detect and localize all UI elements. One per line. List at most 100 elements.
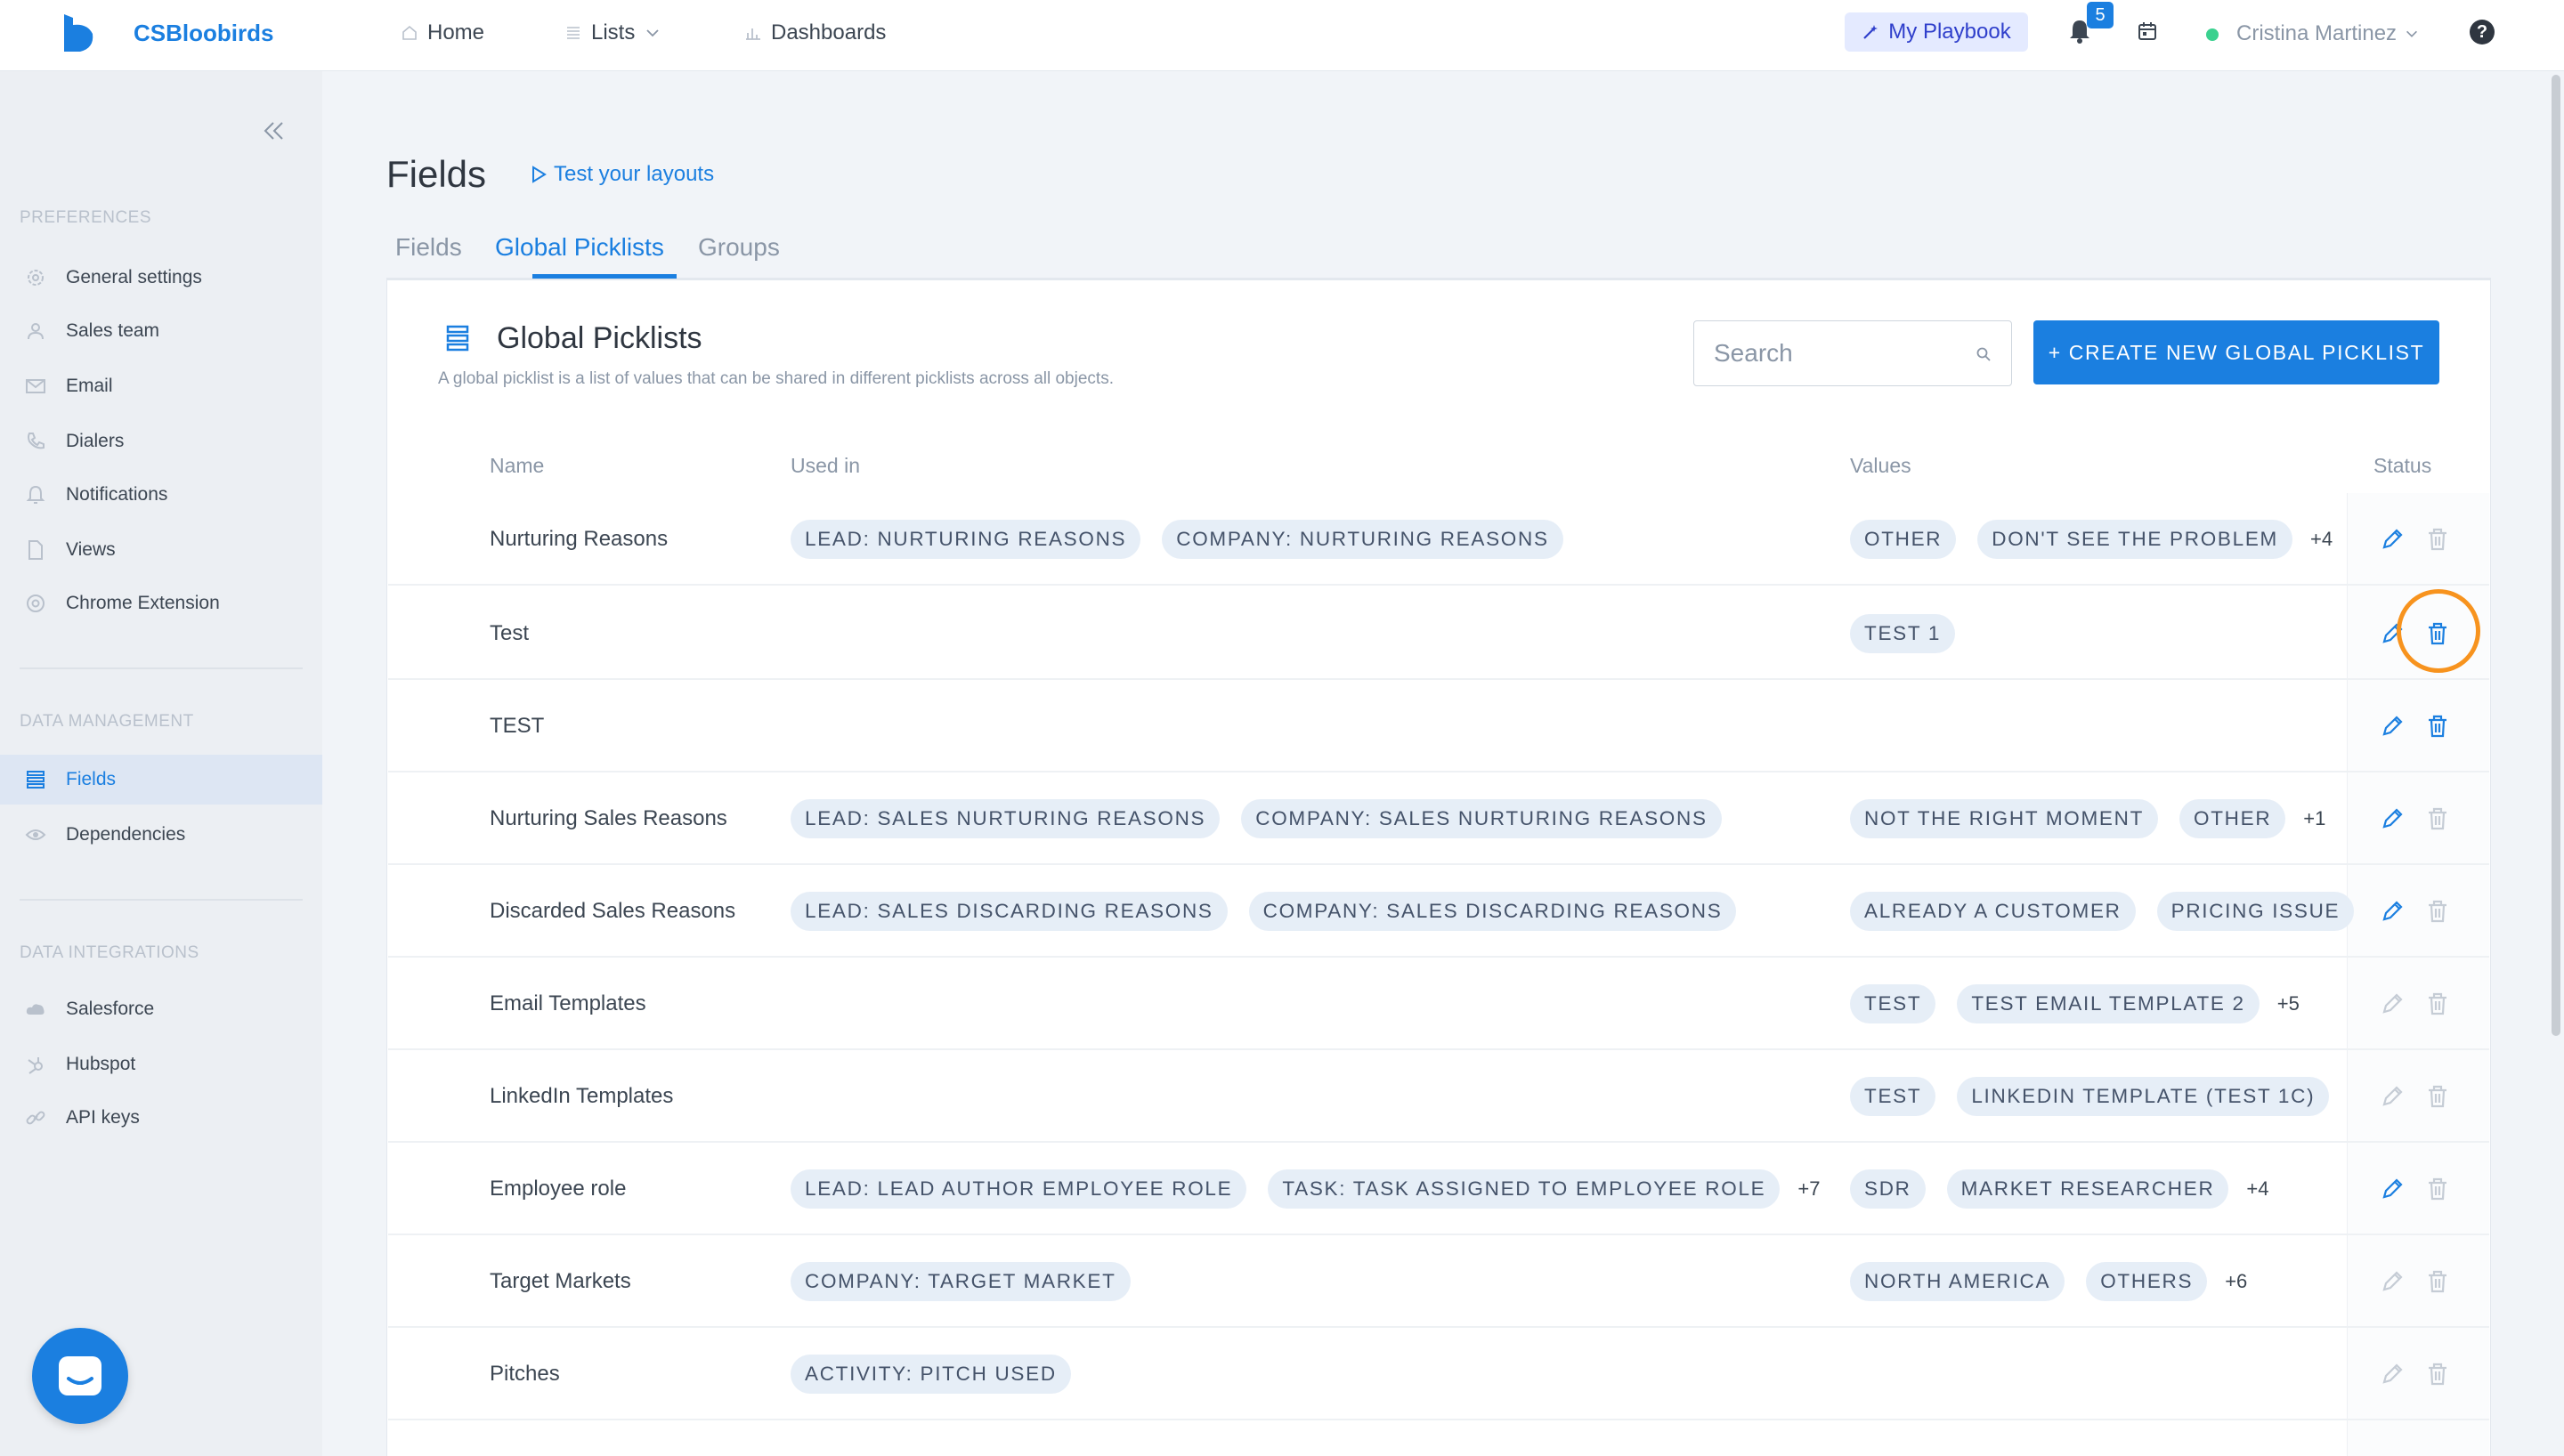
edit-icon[interactable] — [2379, 526, 2406, 553]
tab-global-picklists[interactable]: Global Picklists — [495, 231, 664, 263]
edit-icon[interactable] — [2379, 1361, 2406, 1387]
edit-icon[interactable] — [2379, 991, 2406, 1017]
picklist-name[interactable]: Target Markets — [490, 1235, 631, 1328]
nav-dashboards[interactable]: Dashboards — [744, 18, 886, 48]
table-row[interactable]: Nurturing Reasons LEAD: NURTURING REASONS… — [388, 493, 2489, 586]
used-in-tag: LEAD: SALES NURTURING REASONS — [791, 799, 1221, 838]
notifications-count-badge: 5 — [2087, 2, 2114, 28]
trash-icon[interactable] — [2425, 1083, 2450, 1110]
value-tag: LINKEDIN TEMPLATE (TEST 1C) — [1957, 1077, 2330, 1116]
edit-icon[interactable] — [2379, 1176, 2406, 1202]
trash-icon[interactable] — [2425, 1361, 2450, 1387]
calendar-icon[interactable] — [2137, 20, 2158, 42]
values-more-count: +5 — [2276, 992, 2300, 1015]
sidebar-item-label: Hubspot — [66, 1054, 136, 1074]
sidebar-item-hubspot[interactable]: Hubspot — [0, 1039, 322, 1089]
sidebar-item-fields[interactable]: Fields — [0, 755, 322, 805]
table-row[interactable]: Pitches ACTIVITY: PITCH USED — [388, 1328, 2489, 1420]
tab-groups[interactable]: Groups — [698, 231, 780, 263]
sidebar-item-email[interactable]: Email — [0, 361, 322, 411]
value-tag: ALREADY A CUSTOMER — [1850, 892, 2136, 931]
nav-lists[interactable]: Lists — [564, 18, 670, 48]
value-tag: MARKET RESEARCHER — [1946, 1169, 2229, 1209]
row-divider — [388, 584, 2489, 586]
trash-icon[interactable] — [2425, 1176, 2450, 1202]
sidebar-item-views[interactable]: Views — [0, 525, 322, 575]
sidebar-item-general-settings[interactable]: General settings — [0, 253, 322, 303]
table-row[interactable]: Email Templates TEST TEST EMAIL TEMPLATE 2… — [388, 958, 2489, 1050]
picklist-name[interactable]: Employee role — [490, 1143, 626, 1235]
page-title: Fields — [386, 153, 487, 195]
table-row[interactable]: Employee role LEAD: LEAD AUTHOR EMPLOYEE … — [388, 1143, 2489, 1235]
sidebar-section-data-management: DATA MANAGEMENT — [20, 712, 194, 731]
trash-icon[interactable] — [2425, 805, 2450, 832]
used-in-tag: LEAD: LEAD AUTHOR EMPLOYEE ROLE — [791, 1169, 1247, 1209]
trash-icon[interactable] — [2425, 713, 2450, 740]
sidebar-item-label: Views — [66, 539, 116, 560]
sidebar-item-salesforce[interactable]: Salesforce — [0, 984, 322, 1034]
chrome-icon — [27, 595, 45, 612]
picklist-name[interactable]: TEST — [490, 680, 544, 772]
home-icon — [402, 25, 417, 40]
table-row[interactable]: TEST — [388, 680, 2489, 772]
column-header-name: Name — [490, 454, 545, 477]
online-status-dot — [2206, 28, 2219, 41]
sidebar-item-notifications[interactable]: Notifications — [0, 470, 322, 520]
chat-launcher-button[interactable] — [32, 1328, 128, 1424]
sidebar-divider — [20, 667, 303, 669]
sidebar-item-api-keys[interactable]: API keys — [0, 1093, 322, 1143]
collapse-sidebar-icon[interactable] — [260, 117, 287, 144]
search-icon[interactable] — [1976, 346, 1992, 362]
edit-icon[interactable] — [2379, 1083, 2406, 1110]
create-global-picklist-button[interactable]: + CREATE NEW GLOBAL PICKLIST — [2033, 320, 2439, 384]
used-in-tags: LEAD: NURTURING REASONS COMPANY: NURTURIN… — [791, 493, 1585, 586]
sidebar-item-chrome-extension[interactable]: Chrome Extension — [0, 578, 322, 628]
value-tags: NOT THE RIGHT MOMENT OTHER +1 — [1850, 772, 2336, 865]
table-row[interactable]: LinkedIn Templates TEST LINKEDIN TEMPLATE … — [388, 1050, 2489, 1143]
page-scrollbar[interactable] — [2552, 75, 2560, 1036]
help-icon[interactable]: ? — [2470, 20, 2495, 44]
nav-home-label: Home — [427, 20, 485, 44]
value-tag: OTHER — [2179, 799, 2286, 838]
trash-icon[interactable] — [2425, 898, 2450, 925]
table-row[interactable]: Test TEST 1 — [388, 587, 2489, 680]
mail-icon — [26, 379, 45, 393]
trash-icon[interactable] — [2425, 526, 2450, 553]
table-row[interactable]: Target Markets COMPANY: TARGET MARKET NORT… — [388, 1235, 2489, 1328]
picklist-name[interactable]: LinkedIn Templates — [490, 1050, 673, 1143]
edit-icon[interactable] — [2379, 1268, 2406, 1295]
sidebar-item-label: Salesforce — [66, 999, 155, 1019]
value-tag: NORTH AMERICA — [1850, 1262, 2065, 1301]
bloobirds-logo-icon[interactable] — [61, 12, 96, 53]
edit-icon[interactable] — [2379, 713, 2406, 740]
trash-icon[interactable] — [2425, 991, 2450, 1017]
nav-home[interactable]: Home — [401, 18, 484, 48]
edit-icon[interactable] — [2379, 898, 2406, 925]
edit-icon[interactable] — [2379, 805, 2406, 832]
table-row[interactable]: Nurturing Sales Reasons LEAD: SALES NURTU… — [388, 772, 2489, 865]
picklist-name[interactable]: Nurturing Sales Reasons — [490, 772, 727, 865]
sidebar-item-label: Notifications — [66, 484, 168, 505]
tab-fields[interactable]: Fields — [395, 231, 462, 263]
picklist-name[interactable]: Discarded Sales Reasons — [490, 865, 735, 958]
user-menu[interactable]: Cristina Martinez — [2236, 20, 2420, 48]
brand-name[interactable]: CSBloobirds — [134, 18, 273, 48]
column-header-used-in: Used in — [791, 454, 860, 477]
sidebar-item-sales-team[interactable]: Sales team — [0, 306, 322, 356]
picklist-name[interactable]: Test — [490, 587, 529, 680]
my-playbook-button[interactable]: My Playbook — [1845, 12, 2028, 52]
sidebar-item-dialers[interactable]: Dialers — [0, 417, 322, 466]
picklist-name[interactable]: Nurturing Reasons — [490, 493, 668, 586]
sidebar: PREFERENCES General settings Sales team … — [0, 71, 322, 1456]
sidebar-item-dependencies[interactable]: Dependencies — [0, 810, 322, 860]
trash-icon[interactable] — [2425, 1268, 2450, 1295]
picklist-name[interactable]: Pitches — [490, 1328, 560, 1420]
row-actions — [2379, 1235, 2450, 1328]
test-layouts-link[interactable]: Test your layouts — [531, 160, 714, 189]
search-input[interactable] — [1694, 321, 1961, 385]
link-icon — [26, 1111, 45, 1125]
table-row[interactable]: Discarded Sales Reasons LEAD: SALES DISCA… — [388, 865, 2489, 958]
row-divider — [388, 1419, 2489, 1420]
sidebar-section-data-integrations: DATA INTEGRATIONS — [20, 943, 199, 962]
picklist-name[interactable]: Email Templates — [490, 958, 646, 1050]
